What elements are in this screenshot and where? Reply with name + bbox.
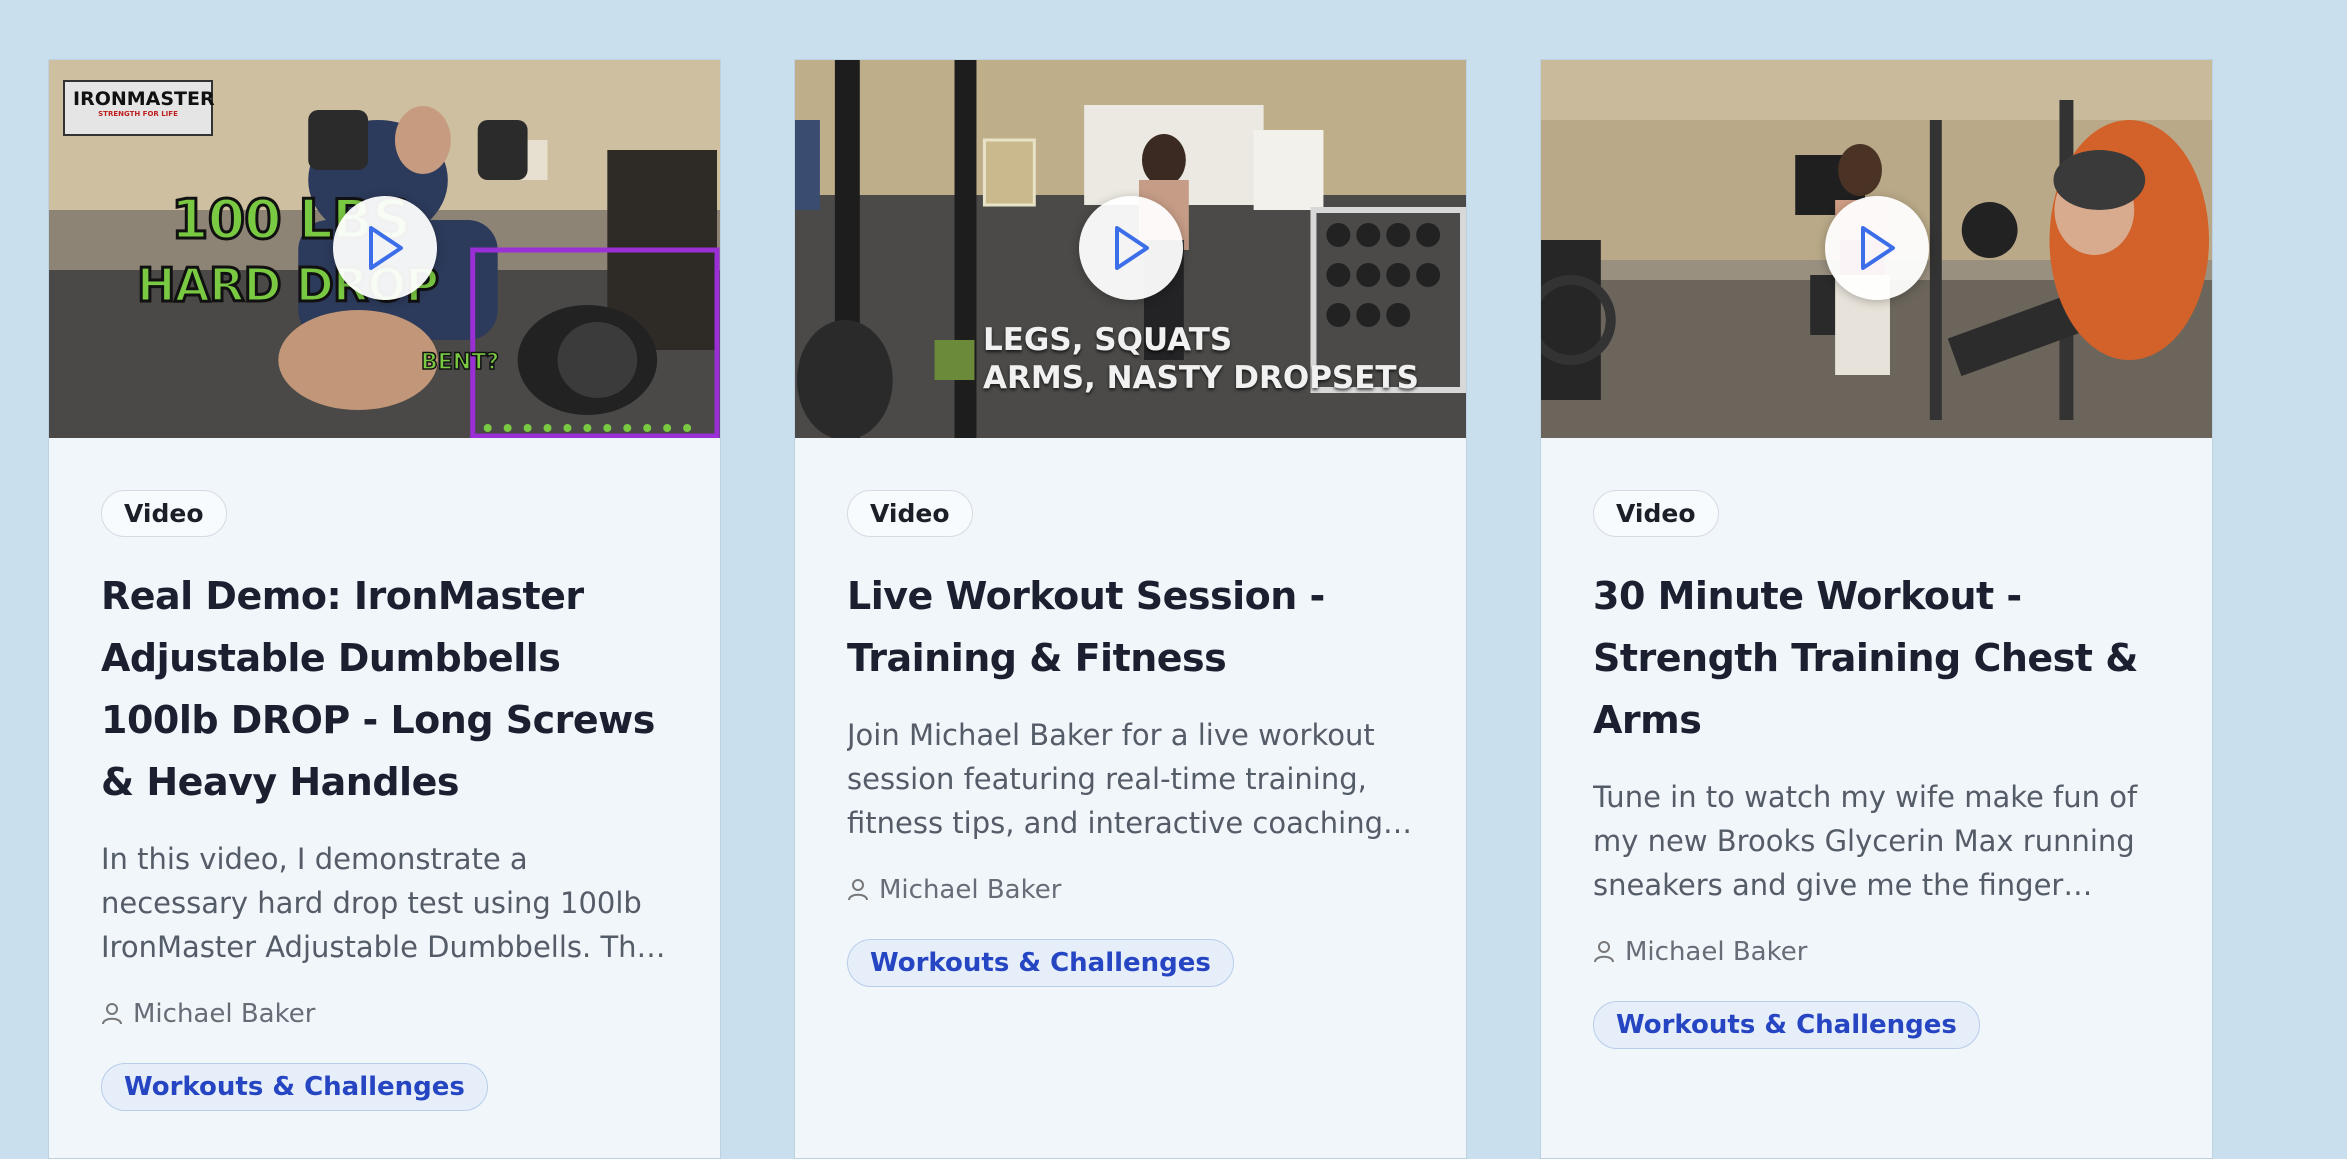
category-tag[interactable]: Workouts & Challenges <box>1593 1001 1980 1049</box>
category-tag[interactable]: Workouts & Challenges <box>847 939 1234 987</box>
video-description: Tune in to watch my wife make fun of my … <box>1593 780 2138 902</box>
person-icon <box>102 1003 122 1025</box>
author-name: Michael Baker <box>1625 937 1808 967</box>
author: Michael Baker <box>101 999 668 1029</box>
video-description: Join Michael Baker for a live workout se… <box>847 718 1384 840</box>
video-thumbnail[interactable]: LEGS, SQUATS ARMS, NASTY DROPSETS <box>795 60 1466 438</box>
play-icon <box>1114 226 1149 270</box>
media-type-badge: Video <box>847 490 973 537</box>
play-button[interactable] <box>1078 196 1183 300</box>
video-title[interactable]: Real Demo: IronMaster Adjustable Dumbbel… <box>101 565 668 813</box>
play-icon <box>368 226 403 270</box>
video-title[interactable]: Live Workout Session - Training & Fitnes… <box>847 565 1414 689</box>
video-thumbnail[interactable]: IRONMASTER STRENGTH FOR LIFE 100 LBS HAR… <box>49 60 720 438</box>
author-name: Michael Baker <box>133 999 316 1029</box>
overlay-line-1: LEGS, SQUATS <box>983 322 1233 358</box>
brand-logo: IRONMASTER STRENGTH FOR LIFE <box>63 80 215 136</box>
author: Michael Baker <box>1593 937 2160 967</box>
video-description: In this video, I demonstrate a necessary… <box>101 842 660 964</box>
video-card[interactable]: IRONMASTER STRENGTH FOR LIFE 100 LBS HAR… <box>48 59 721 1159</box>
video-card[interactable]: Video 30 Minute Workout - Strength Train… <box>1540 59 2213 1159</box>
video-thumbnail[interactable] <box>1541 60 2212 438</box>
play-icon <box>1860 226 1895 270</box>
media-type-badge: Video <box>1593 490 1719 537</box>
person-icon <box>1594 941 1614 963</box>
logo-text: IRONMASTER <box>73 88 215 110</box>
author: Michael Baker <box>847 875 1414 905</box>
play-button[interactable] <box>1824 196 1929 300</box>
logo-tagline: STRENGTH FOR LIFE <box>98 110 178 118</box>
category-tag[interactable]: Workouts & Challenges <box>101 1063 488 1111</box>
play-button[interactable] <box>332 196 437 300</box>
video-card[interactable]: LEGS, SQUATS ARMS, NASTY DROPSETS Video … <box>794 59 1467 1159</box>
overlay-tag: BENT? <box>420 349 499 376</box>
video-title[interactable]: 30 Minute Workout - Strength Training Ch… <box>1593 565 2160 751</box>
author-name: Michael Baker <box>879 875 1062 905</box>
person-icon <box>848 879 868 901</box>
media-type-badge: Video <box>101 490 227 537</box>
overlay-line-2: ARMS, NASTY DROPSETS <box>983 360 1419 396</box>
